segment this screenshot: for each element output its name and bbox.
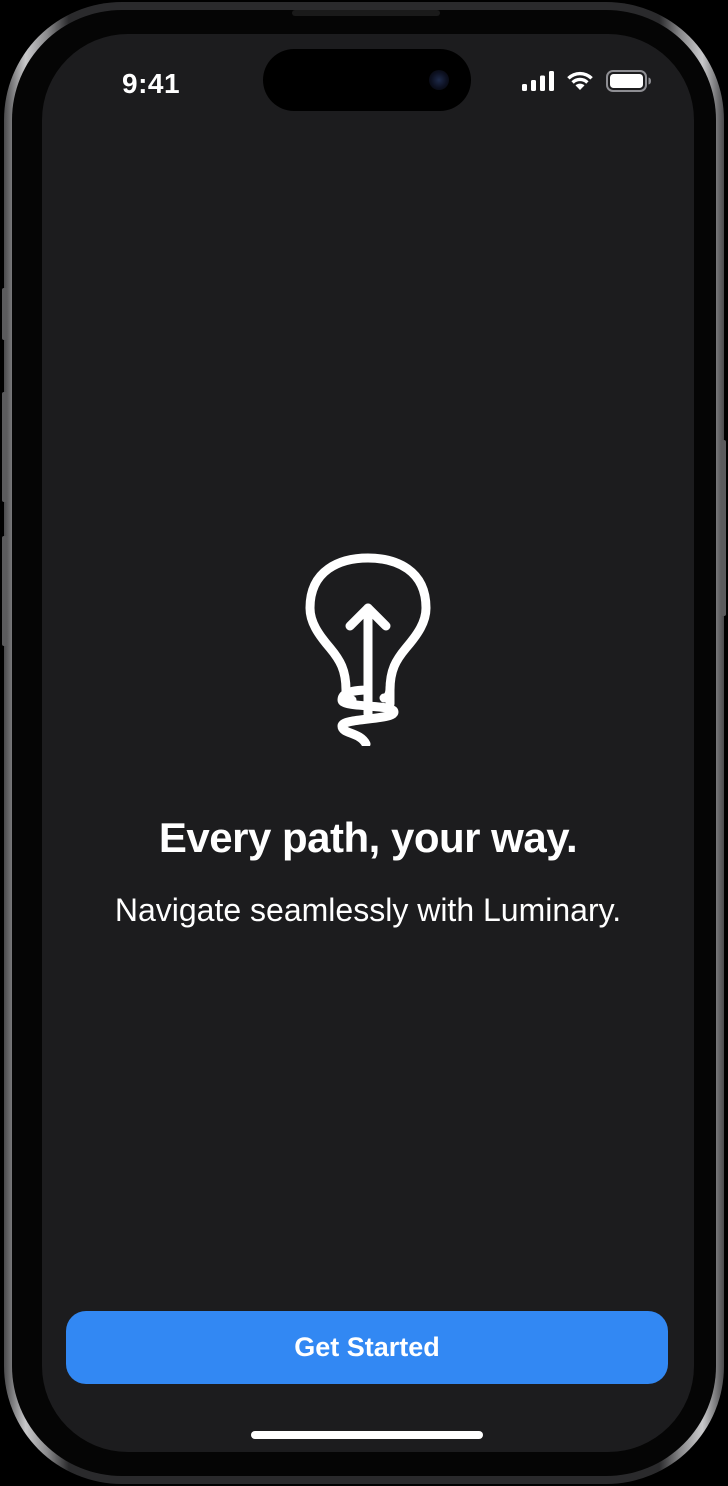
- device-mockup: 9:41 Every path, your way. Navigate seam…: [0, 0, 728, 1486]
- volume-down-button: [2, 536, 7, 646]
- action-button: [2, 288, 7, 340]
- lightbulb-arrow-icon: [305, 553, 431, 746]
- speaker-grille: [292, 10, 440, 16]
- volume-up-button: [2, 392, 7, 502]
- onboarding-subheadline: Navigate seamlessly with Luminary.: [114, 892, 622, 928]
- get-started-button[interactable]: Get Started: [66, 1311, 668, 1384]
- onboarding-screen: Every path, your way. Navigate seamlessl…: [42, 34, 694, 1452]
- onboarding-headline: Every path, your way.: [158, 814, 578, 861]
- home-indicator[interactable]: [251, 1431, 483, 1439]
- power-button: [721, 440, 726, 616]
- screen: 9:41 Every path, your way. Navigate seam…: [42, 34, 694, 1452]
